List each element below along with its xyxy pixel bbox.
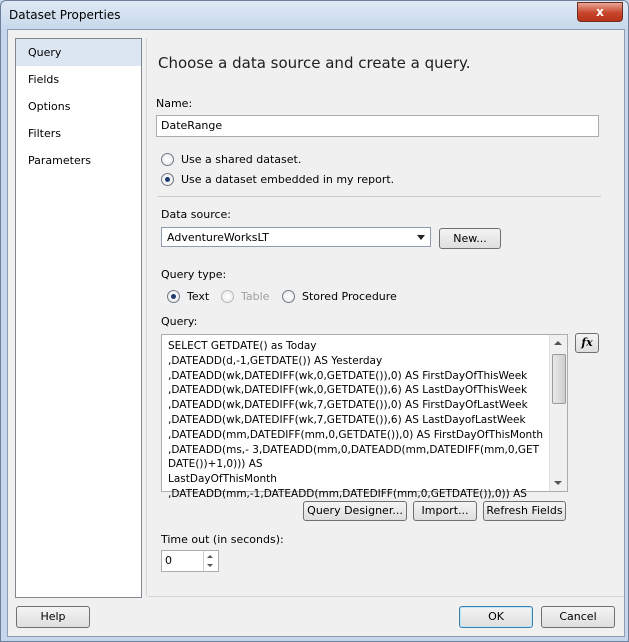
scroll-up-icon[interactable] [554,341,562,345]
nav-item-parameters[interactable]: Parameters [16,147,141,174]
datasource-value: AdventureWorksLT [167,231,269,244]
dataset-properties-dialog: Dataset Properties x Query Fields Option… [0,0,629,642]
radio-query-type-text[interactable]: Text [167,290,209,303]
datasource-label: Data source: [161,208,231,221]
radio-shared-icon[interactable] [161,153,174,166]
pane-divider [146,38,147,596]
query-type-label: Query type: [161,268,227,281]
radio-sp-icon[interactable] [282,290,295,303]
radio-text-icon[interactable] [167,290,180,303]
new-datasource-button[interactable]: New... [439,228,501,249]
fx-icon: fx [581,336,593,349]
close-button[interactable]: x [577,2,623,22]
nav-item-fields[interactable]: Fields [16,66,141,93]
page-heading: Choose a data source and create a query. [158,54,471,72]
section-divider [158,196,601,197]
name-field[interactable]: DateRange [156,115,599,137]
radio-text-label: Text [187,290,210,303]
radio-embedded-dataset[interactable]: Use a dataset embedded in my report. [161,173,394,186]
stepper-down-icon[interactable] [207,564,213,567]
cancel-button[interactable]: Cancel [541,606,615,628]
nav-item-options[interactable]: Options [16,93,141,120]
timeout-stepper[interactable]: 0 [161,550,219,572]
name-label: Name: [156,97,193,110]
close-icon: x [596,5,604,19]
nav-item-query[interactable]: Query [16,39,141,66]
timeout-label: Time out (in seconds): [161,533,284,546]
import-button[interactable]: Import... [413,501,477,521]
radio-shared-label: Use a shared dataset. [181,153,302,166]
datasource-dropdown[interactable]: AdventureWorksLT [161,227,431,247]
query-editor[interactable]: SELECT GETDATE() as Today ,DATEADD(d,-1,… [161,334,568,500]
query-label: Query: [161,315,198,328]
refresh-fields-button[interactable]: Refresh Fields [483,501,566,521]
footer-divider [148,596,624,597]
query-scrollbar[interactable] [549,335,567,491]
radio-table-label: Table [241,290,270,303]
ok-button[interactable]: OK [459,606,533,628]
window-title: Dataset Properties [9,8,121,22]
stepper-arrows[interactable] [203,551,218,571]
dialog-client-area: Query Fields Options Filters Parameters … [7,29,625,637]
radio-shared-dataset[interactable]: Use a shared dataset. [161,153,301,166]
radio-query-type-table: Table [221,290,269,303]
radio-embedded-label: Use a dataset embedded in my report. [181,173,395,186]
navigation-pane: Query Fields Options Filters Parameters [15,38,142,598]
nav-item-filters[interactable]: Filters [16,120,141,147]
radio-query-type-stored-procedure[interactable]: Stored Procedure [282,290,397,303]
chevron-down-icon [417,235,425,240]
radio-embedded-icon[interactable] [161,173,174,186]
scroll-thumb[interactable] [552,354,566,404]
expression-fx-button[interactable]: fx [575,333,599,353]
help-button[interactable]: Help [16,606,90,628]
radio-sp-label: Stored Procedure [302,290,397,303]
radio-table-icon [221,290,234,303]
query-text[interactable]: SELECT GETDATE() as Today ,DATEADD(d,-1,… [168,339,544,502]
title-bar: Dataset Properties x [1,1,628,29]
query-designer-button[interactable]: Query Designer... [303,501,407,521]
stepper-up-icon[interactable] [207,555,213,558]
name-value: DateRange [161,119,223,132]
scroll-down-icon[interactable] [554,481,562,485]
timeout-value: 0 [165,554,172,567]
